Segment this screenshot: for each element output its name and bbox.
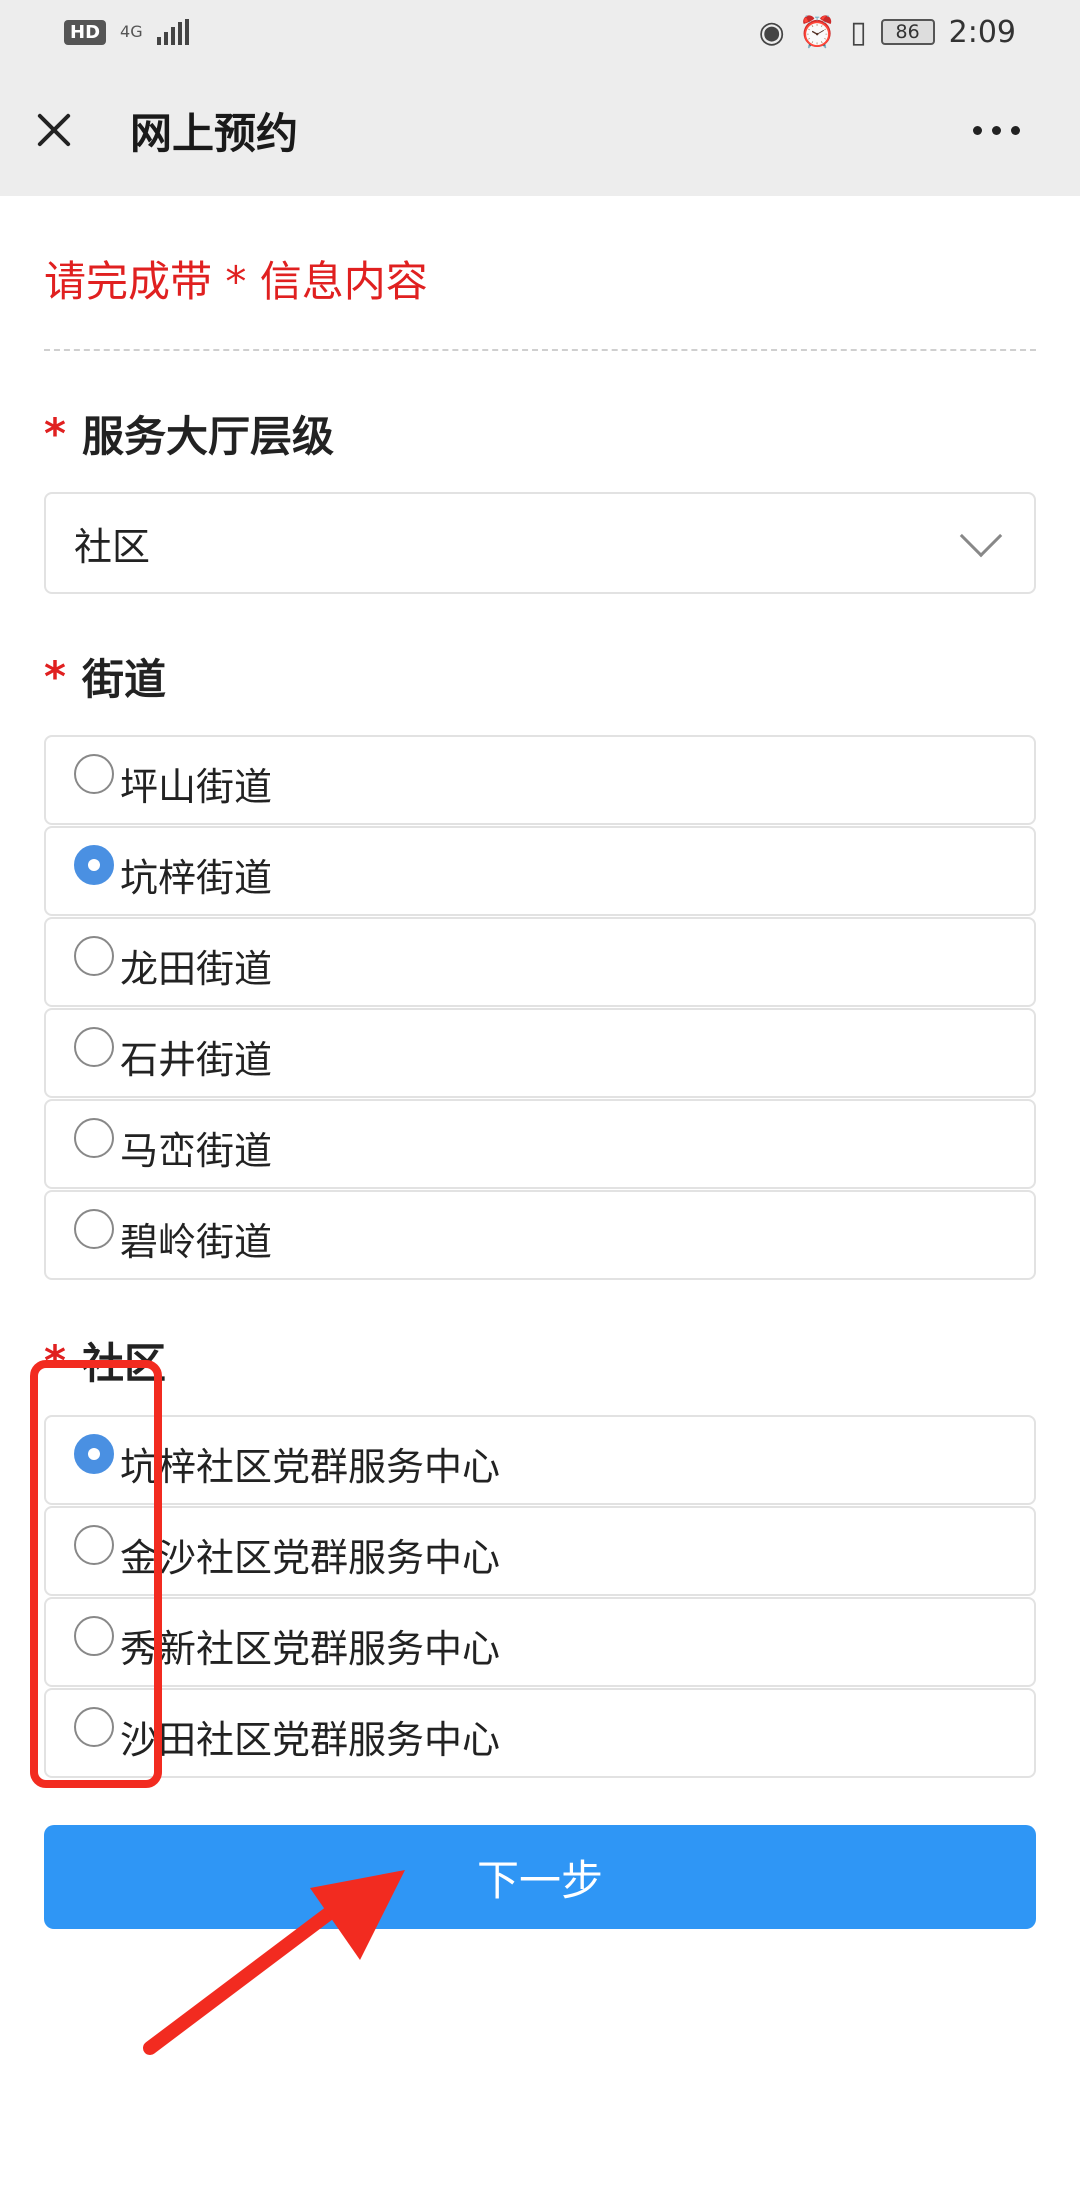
eye-icon: ◉: [758, 14, 785, 50]
radio-button[interactable]: [74, 1616, 114, 1656]
hall-level-label: * 服务大厅层级: [44, 409, 334, 461]
close-icon[interactable]: [30, 106, 78, 154]
required-mark: *: [44, 1336, 66, 1385]
community-label: * 社区: [44, 1336, 166, 1388]
street-options: 坪山街道 坑梓街道 龙田街道 石井街道 马峦街道 碧岭街道: [44, 735, 1036, 1280]
network-type: 4G: [120, 22, 143, 41]
street-option[interactable]: 石井街道: [44, 1008, 1036, 1098]
battery-icon: 86: [880, 19, 935, 45]
street-option[interactable]: 龙田街道: [44, 917, 1036, 1007]
required-mark: *: [44, 652, 66, 701]
hall-level-value: 社区: [74, 524, 151, 569]
form: 请完成带 * 信息内容 * 服务大厅层级 社区 * 街道 坪山街道 坑梓街道 龙…: [44, 196, 1036, 1779]
community-option[interactable]: 坑梓社区党群服务中心: [44, 1415, 1036, 1505]
hd-badge: HD: [64, 19, 107, 45]
community-options: 坑梓社区党群服务中心 金沙社区党群服务中心 秀新社区党群服务中心 沙田社区党群服…: [44, 1415, 1036, 1778]
street-option[interactable]: 坪山街道: [44, 735, 1036, 825]
divider: [44, 349, 1036, 351]
nav-bar: 网上预约: [0, 64, 1080, 196]
status-bar: HD 4G ◉ ⏰ ▯ 86 2:09: [0, 0, 1080, 64]
hall-level-select[interactable]: 社区: [44, 492, 1036, 594]
radio-button[interactable]: [74, 1434, 114, 1474]
community-option[interactable]: 沙田社区党群服务中心: [44, 1688, 1036, 1778]
more-icon[interactable]: [973, 125, 1020, 135]
community-option[interactable]: 金沙社区党群服务中心: [44, 1506, 1036, 1596]
next-button[interactable]: 下一步: [44, 1825, 1036, 1929]
community-option[interactable]: 秀新社区党群服务中心: [44, 1597, 1036, 1687]
street-label: * 街道: [44, 652, 166, 704]
radio-button[interactable]: [74, 1707, 114, 1747]
radio-button[interactable]: [74, 754, 114, 794]
signal-icon: [156, 19, 189, 45]
clock: 2:09: [948, 14, 1016, 50]
required-notice: 请完成带 * 信息内容: [44, 257, 428, 306]
radio-button[interactable]: [74, 1118, 114, 1158]
street-option[interactable]: 坑梓街道: [44, 826, 1036, 916]
alarm-icon: ⏰: [798, 14, 837, 50]
radio-button[interactable]: [74, 1027, 114, 1067]
street-option[interactable]: 马峦街道: [44, 1099, 1036, 1189]
chevron-down-icon: [959, 514, 1003, 558]
page-title: 网上预约: [130, 108, 299, 158]
required-mark: *: [44, 409, 66, 458]
vibrate-icon: ▯: [850, 14, 867, 50]
street-option[interactable]: 碧岭街道: [44, 1190, 1036, 1280]
radio-button[interactable]: [74, 845, 114, 885]
radio-button[interactable]: [74, 1525, 114, 1565]
radio-button[interactable]: [74, 936, 114, 976]
radio-button[interactable]: [74, 1209, 114, 1249]
